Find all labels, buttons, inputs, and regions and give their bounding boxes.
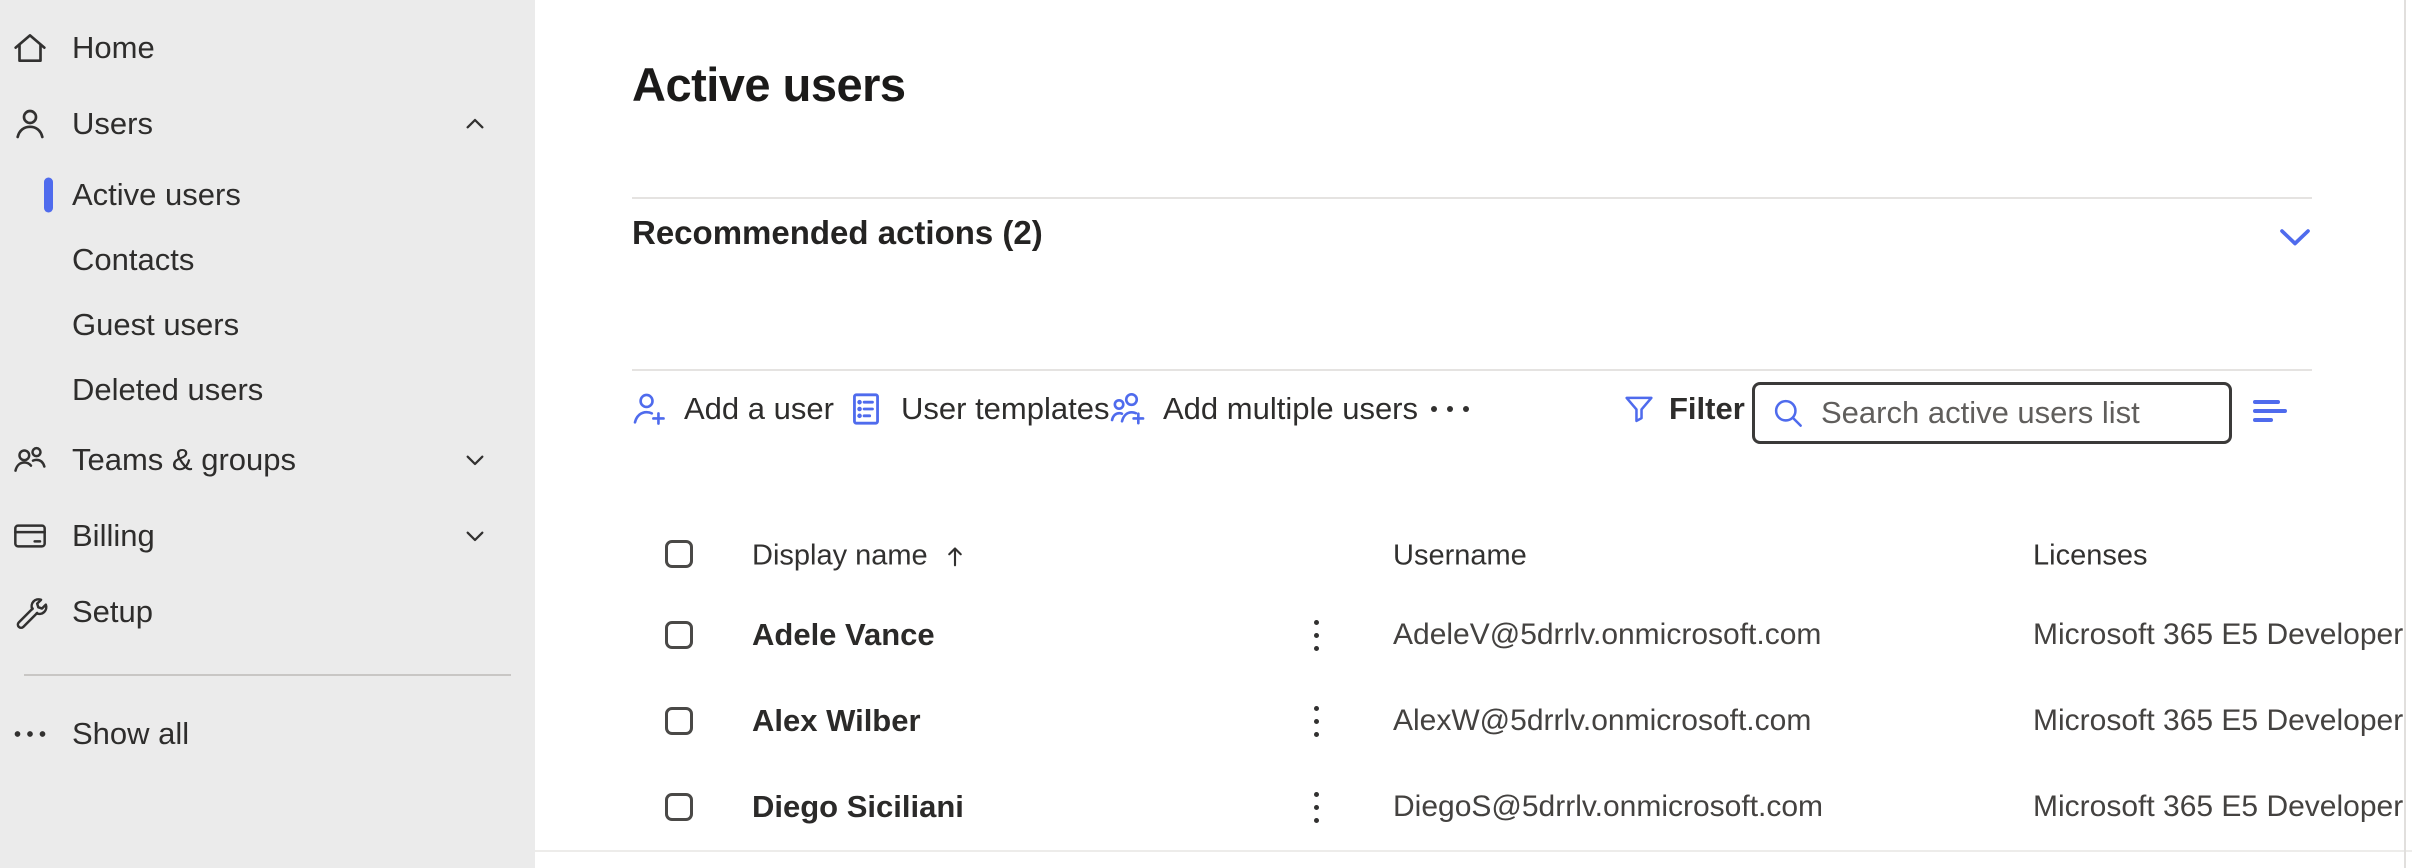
sidebar-item-teams-groups[interactable]: Teams & groups bbox=[0, 422, 535, 498]
row-more-actions-icon[interactable] bbox=[1295, 782, 1337, 832]
add-multiple-users-button[interactable]: Add multiple users bbox=[1107, 376, 1418, 442]
chevron-down-icon bbox=[2269, 211, 2321, 263]
main-content: Active users Recommended actions (2) Add… bbox=[535, 0, 2412, 868]
sidebar-item-active-users[interactable]: Active users bbox=[0, 162, 535, 227]
billing-icon bbox=[8, 514, 52, 558]
sidebar-item-label: Guest users bbox=[72, 307, 239, 343]
filter-button[interactable]: Filter bbox=[1620, 376, 1745, 442]
sort-view-icon[interactable] bbox=[2253, 392, 2309, 430]
licenses-cell: Microsoft 365 E5 Developer (withou bbox=[2033, 704, 2405, 738]
content-right-edge-divider bbox=[2404, 0, 2406, 868]
ellipsis-icon bbox=[1431, 406, 1469, 412]
filter-label: Filter bbox=[1669, 391, 1745, 427]
selected-indicator bbox=[44, 177, 53, 212]
more-actions-button[interactable] bbox=[1415, 376, 1485, 442]
chevron-up-icon bbox=[459, 108, 491, 140]
sidebar-item-label: Setup bbox=[72, 594, 153, 630]
toolbar-button-label: User templates bbox=[901, 391, 1109, 427]
toolbar-button-label: Add multiple users bbox=[1163, 391, 1418, 427]
select-all-checkbox[interactable] bbox=[665, 540, 693, 568]
username-cell: AlexW@5drrlv.onmicrosoft.com bbox=[1393, 704, 1811, 738]
column-header-display-name[interactable]: Display name bbox=[752, 540, 970, 573]
sidebar-item-deleted-users[interactable]: Deleted users bbox=[0, 357, 535, 422]
sidebar-item-billing[interactable]: Billing bbox=[0, 498, 535, 574]
sidebar-item-label: Teams & groups bbox=[72, 442, 296, 478]
recommended-actions-heading[interactable]: Recommended actions (2) bbox=[632, 214, 1043, 252]
page-title: Active users bbox=[632, 57, 906, 112]
m365-admin-active-users-page: { "theme": { "accent": "#4f6bed", "sideb… bbox=[0, 0, 2412, 868]
sidebar-nav: Home Users Active users Contacts Guest u… bbox=[0, 0, 535, 868]
search-input[interactable] bbox=[1819, 394, 2215, 432]
sidebar-item-contacts[interactable]: Contacts bbox=[0, 227, 535, 292]
table-row[interactable]: Alex Wilber AlexW@5drrlv.onmicrosoft.com… bbox=[535, 678, 2412, 766]
toolbar-button-label: Add a user bbox=[684, 391, 834, 427]
sidebar-item-label: Active users bbox=[72, 177, 241, 213]
licenses-cell: Microsoft 365 E5 Developer (withou bbox=[2033, 618, 2405, 652]
licenses-cell: Microsoft 365 E5 Developer (withou bbox=[2033, 790, 2405, 824]
sidebar-item-label: Home bbox=[72, 30, 155, 66]
table-header-row: Display name Username Licenses bbox=[535, 520, 2412, 594]
search-box bbox=[1752, 382, 2232, 444]
column-header-label: Display name bbox=[752, 540, 928, 573]
row-more-actions-icon[interactable] bbox=[1295, 610, 1337, 660]
search-icon bbox=[1769, 394, 1807, 432]
sidebar-item-label: Users bbox=[72, 106, 153, 142]
column-header-licenses[interactable]: Licenses bbox=[2033, 540, 2147, 573]
sidebar-item-setup[interactable]: Setup bbox=[0, 574, 535, 650]
table-row[interactable]: Diego Siciliani DiegoS@5drrlv.onmicrosof… bbox=[535, 764, 2412, 852]
display-name-cell[interactable]: Adele Vance bbox=[752, 617, 935, 653]
user-templates-button[interactable]: User templates bbox=[845, 376, 1109, 442]
sidebar-item-guest-users[interactable]: Guest users bbox=[0, 292, 535, 357]
row-checkbox[interactable] bbox=[665, 793, 693, 821]
sort-ascending-arrow-icon bbox=[940, 541, 970, 571]
section-divider bbox=[632, 197, 2312, 199]
sidebar-item-show-all[interactable]: Show all bbox=[0, 696, 535, 772]
column-header-label: Username bbox=[1393, 540, 1527, 573]
add-a-user-button[interactable]: Add a user bbox=[628, 376, 834, 442]
sidebar-item-label: Contacts bbox=[72, 242, 194, 278]
users-icon bbox=[8, 102, 52, 146]
filter-funnel-icon bbox=[1620, 390, 1658, 428]
chevron-down-icon bbox=[459, 520, 491, 552]
section-divider bbox=[632, 369, 2312, 371]
ellipsis-icon bbox=[8, 712, 52, 756]
sidebar-divider bbox=[24, 674, 511, 676]
display-name-cell[interactable]: Diego Siciliani bbox=[752, 789, 964, 825]
column-header-label: Licenses bbox=[2033, 540, 2147, 573]
username-cell: AdeleV@5drrlv.onmicrosoft.com bbox=[1393, 618, 1821, 652]
user-templates-icon bbox=[845, 388, 887, 430]
table-row[interactable]: Adele Vance AdeleV@5drrlv.onmicrosoft.co… bbox=[535, 592, 2412, 680]
sidebar-item-users[interactable]: Users bbox=[0, 86, 535, 162]
sidebar-item-label: Show all bbox=[72, 716, 189, 752]
row-more-actions-icon[interactable] bbox=[1295, 696, 1337, 746]
add-user-icon bbox=[628, 388, 670, 430]
row-checkbox[interactable] bbox=[665, 621, 693, 649]
row-checkbox[interactable] bbox=[665, 707, 693, 735]
sidebar-item-label: Deleted users bbox=[72, 372, 263, 408]
column-header-username[interactable]: Username bbox=[1393, 540, 1527, 573]
sidebar-item-label: Billing bbox=[72, 518, 155, 554]
add-multiple-users-icon bbox=[1107, 388, 1149, 430]
home-icon bbox=[8, 26, 52, 70]
setup-wrench-icon bbox=[8, 590, 52, 634]
teams-groups-icon bbox=[8, 438, 52, 482]
chevron-down-icon bbox=[459, 444, 491, 476]
username-cell: DiegoS@5drrlv.onmicrosoft.com bbox=[1393, 790, 1823, 824]
recommended-actions-expand-button[interactable] bbox=[2267, 209, 2323, 265]
display-name-cell[interactable]: Alex Wilber bbox=[752, 703, 921, 739]
sidebar-item-home[interactable]: Home bbox=[0, 10, 535, 86]
